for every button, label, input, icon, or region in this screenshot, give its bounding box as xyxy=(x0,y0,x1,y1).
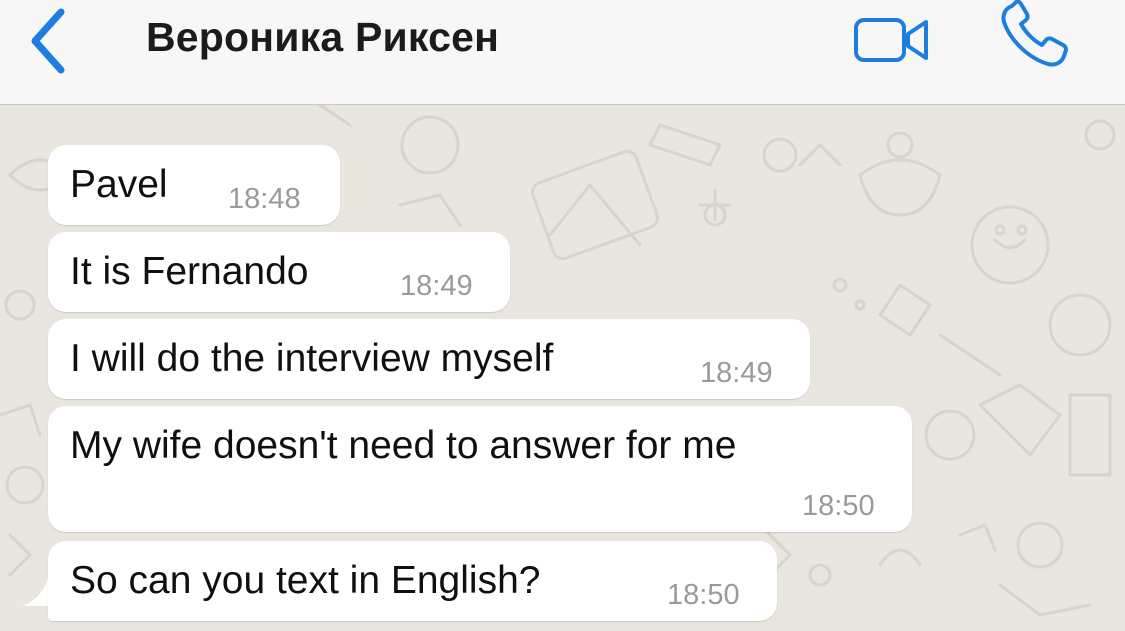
phone-icon xyxy=(1001,0,1068,67)
message-text: My wife doesn't need to answer for me xyxy=(70,424,737,467)
voice-call-button[interactable] xyxy=(998,0,1072,68)
video-camera-icon xyxy=(854,18,928,62)
message-bubble[interactable]: My wife doesn't need to answer for me 18… xyxy=(48,406,912,532)
message-time: 18:50 xyxy=(667,579,740,611)
message-time: 18:49 xyxy=(700,357,773,389)
message-time: 18:48 xyxy=(228,183,301,215)
chevron-left-icon xyxy=(31,8,65,74)
back-button[interactable] xyxy=(22,6,72,76)
message-bubble[interactable]: I will do the interview myself 18:49 xyxy=(48,319,810,399)
chat-header: Вероника Риксен xyxy=(0,0,1125,105)
message-bubble[interactable]: So can you text in English? 18:50 xyxy=(48,541,777,621)
message-bubble[interactable]: Pavel 18:48 xyxy=(48,145,340,225)
message-time: 18:49 xyxy=(400,270,473,302)
message-time: 18:50 xyxy=(802,490,875,522)
message-text: So can you text in English? xyxy=(70,559,541,602)
video-call-button[interactable] xyxy=(852,12,932,72)
message-text: Pavel xyxy=(70,163,168,206)
message-text: It is Fernando xyxy=(70,250,309,293)
message-bubble[interactable]: It is Fernando 18:49 xyxy=(48,232,510,312)
message-text: I will do the interview myself xyxy=(70,337,554,380)
contact-name[interactable]: Вероника Риксен xyxy=(146,14,499,61)
